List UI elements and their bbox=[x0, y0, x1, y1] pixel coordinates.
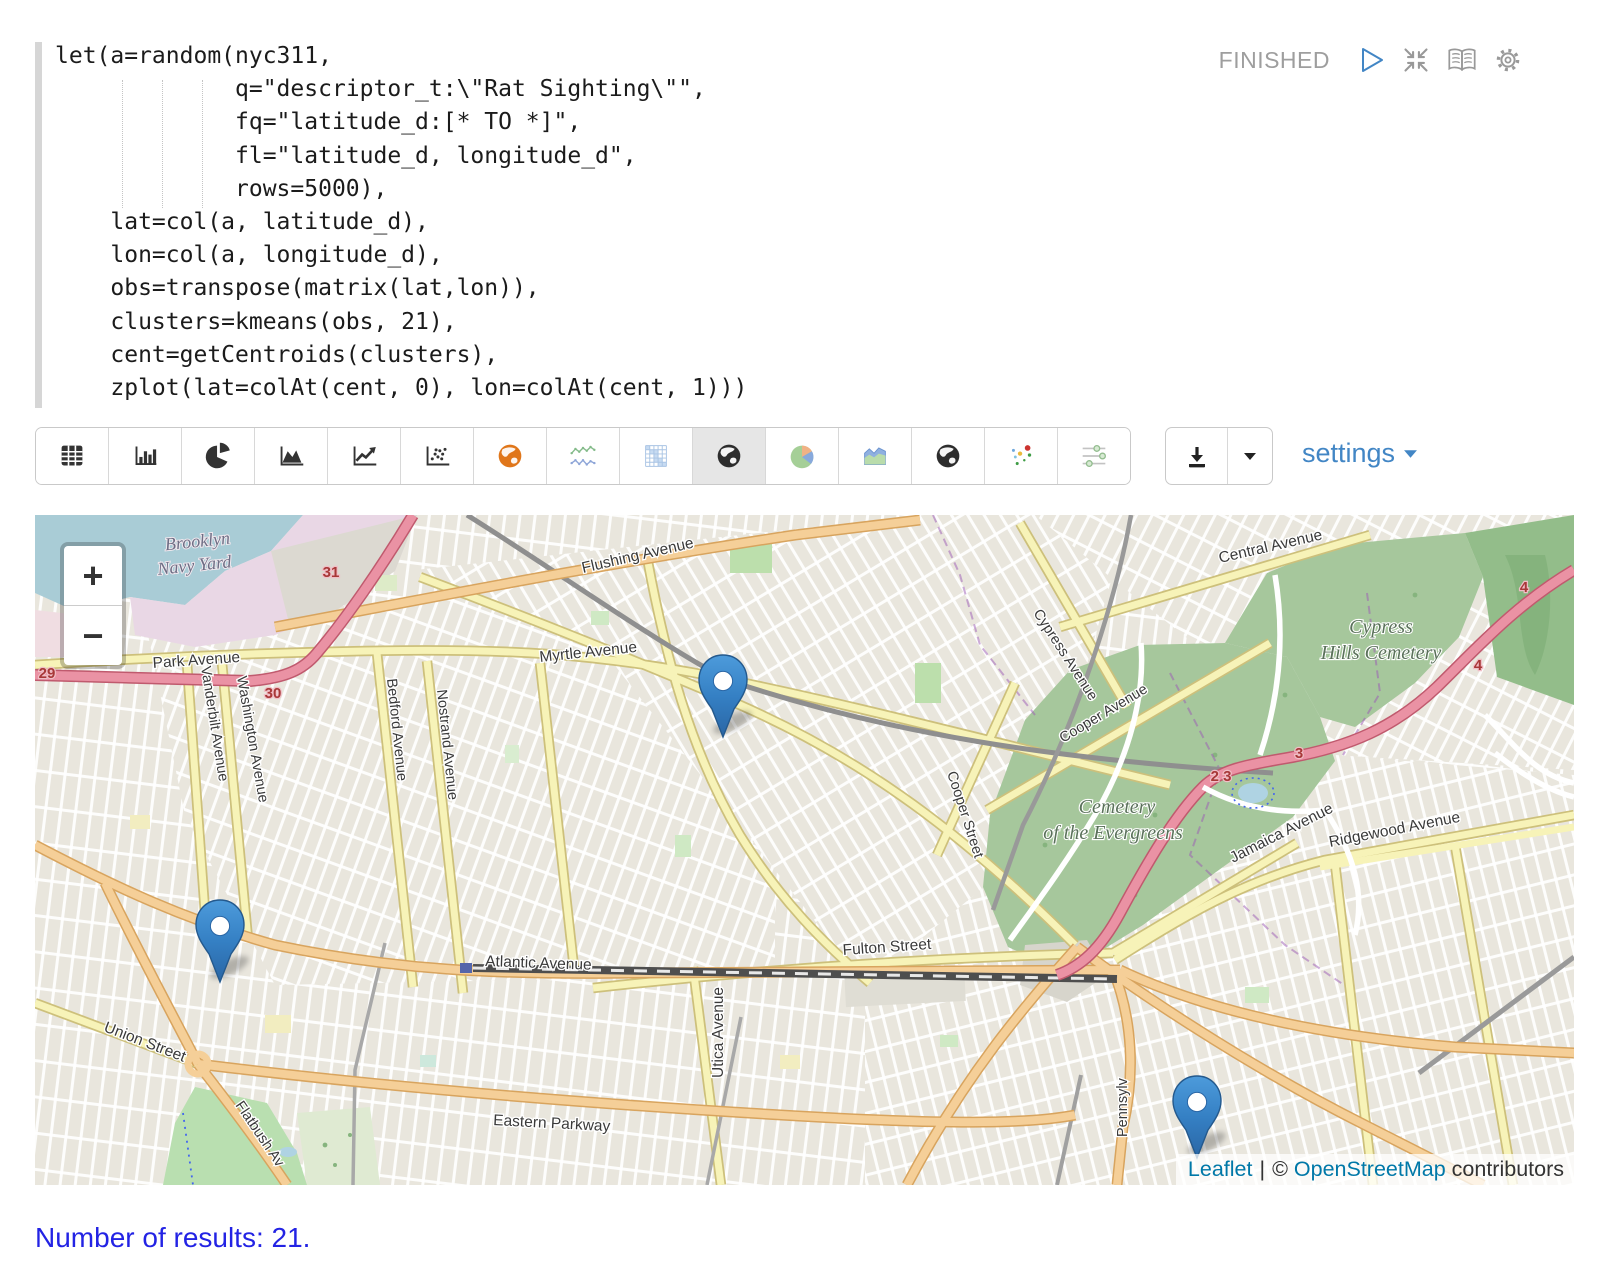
svg-text:Hills Cemetery: Hills Cemetery bbox=[1320, 642, 1442, 664]
chart-type-pie-colored-button[interactable] bbox=[766, 428, 839, 484]
attribution-divider: | bbox=[1259, 1157, 1265, 1181]
chart-type-pie-button[interactable] bbox=[182, 428, 255, 484]
code-editor[interactable]: let(a=random(nyc311, q="descriptor_t:\"R… bbox=[35, 40, 1583, 412]
pond bbox=[1238, 783, 1268, 803]
svg-text:Utica Avenue: Utica Avenue bbox=[710, 987, 727, 1078]
svg-text:2 3: 2 3 bbox=[1211, 768, 1232, 785]
leaflet-link[interactable]: Leaflet bbox=[1188, 1157, 1253, 1181]
pie-chart-icon bbox=[201, 439, 235, 473]
osm-link[interactable]: OpenStreetMap bbox=[1294, 1157, 1446, 1181]
gear-icon[interactable] bbox=[1494, 46, 1522, 74]
world-map-alt-icon bbox=[931, 439, 965, 473]
scatter-plot-icon bbox=[420, 439, 454, 473]
chart-type-map-alt-button[interactable] bbox=[912, 428, 985, 484]
line-chart-icon bbox=[347, 439, 381, 473]
area-chart-colored-icon bbox=[858, 439, 892, 473]
leaflet-map[interactable]: Flushing Avenue Myrtle Avenue Park Avenu… bbox=[35, 515, 1574, 1185]
chart-type-scatter-colored-button[interactable] bbox=[985, 428, 1058, 484]
scatter-colored-icon bbox=[1004, 439, 1038, 473]
heatmap-grid-icon bbox=[639, 439, 673, 473]
chart-type-area-button[interactable] bbox=[255, 428, 328, 484]
world-map-orange-icon bbox=[493, 439, 527, 473]
chart-type-table-button[interactable] bbox=[36, 428, 109, 484]
bar-chart-icon bbox=[128, 439, 162, 473]
sliders-icon bbox=[1077, 439, 1111, 473]
zoom-out-button[interactable]: − bbox=[64, 606, 122, 665]
code-text[interactable]: let(a=random(nyc311, q="descriptor_t:\"R… bbox=[55, 40, 747, 405]
zoom-in-button[interactable]: + bbox=[64, 546, 122, 606]
svg-text:3: 3 bbox=[1295, 745, 1303, 762]
settings-toggle[interactable]: settings bbox=[1302, 438, 1418, 469]
pie-chart-colored-icon bbox=[785, 439, 819, 473]
world-map-icon bbox=[712, 439, 746, 473]
area-chart-icon bbox=[274, 439, 308, 473]
svg-text:29: 29 bbox=[39, 665, 56, 682]
open-book-icon[interactable] bbox=[1447, 47, 1477, 73]
download-icon bbox=[1184, 443, 1210, 469]
download-button[interactable] bbox=[1166, 428, 1228, 484]
svg-text:Pennsylv: Pennsylv bbox=[1115, 1077, 1131, 1137]
chart-type-map-orange-button[interactable] bbox=[474, 428, 547, 484]
download-split-button bbox=[1165, 427, 1273, 485]
shrink-arrows-icon[interactable] bbox=[1402, 46, 1430, 74]
caret-down-icon bbox=[1403, 449, 1418, 459]
sparkline-chart-icon bbox=[566, 439, 600, 473]
status-badge: FINISHED bbox=[1219, 47, 1330, 74]
map-canvas: Flushing Avenue Myrtle Avenue Park Avenu… bbox=[35, 515, 1574, 1185]
chart-type-line-button[interactable] bbox=[328, 428, 401, 484]
zoom-control: + − bbox=[60, 542, 126, 669]
chart-type-scatter-button[interactable] bbox=[401, 428, 474, 484]
map-attribution: Leaflet| © OpenStreetMap contributors bbox=[1176, 1154, 1574, 1185]
chart-type-map-button[interactable] bbox=[693, 428, 766, 484]
play-icon[interactable] bbox=[1359, 46, 1385, 74]
result-text: Number of results: 21. bbox=[35, 1222, 310, 1254]
editor-gutter bbox=[35, 42, 42, 408]
svg-text:30: 30 bbox=[265, 685, 282, 702]
svg-text:Cemetery: Cemetery bbox=[1079, 796, 1156, 818]
chart-type-area-colored-button[interactable] bbox=[839, 428, 912, 484]
download-menu-button[interactable] bbox=[1228, 428, 1272, 484]
chart-type-bar-button[interactable] bbox=[109, 428, 182, 484]
attribution-suffix: contributors bbox=[1452, 1157, 1564, 1181]
svg-text:Cypress: Cypress bbox=[1349, 616, 1413, 638]
table-icon bbox=[55, 439, 89, 473]
copyright-symbol: © bbox=[1272, 1157, 1288, 1181]
chart-type-sparkline-button[interactable] bbox=[547, 428, 620, 484]
settings-label: settings bbox=[1302, 438, 1395, 469]
svg-text:of the Evergreens: of the Evergreens bbox=[1043, 822, 1183, 844]
chart-type-toolbar bbox=[35, 427, 1131, 485]
paragraph-controls: FINISHED bbox=[1219, 46, 1522, 74]
svg-text:4: 4 bbox=[1520, 579, 1529, 596]
svg-text:4: 4 bbox=[1474, 657, 1483, 674]
chart-type-heatmap-button[interactable] bbox=[620, 428, 693, 484]
caret-down-icon bbox=[1243, 452, 1257, 461]
svg-text:31: 31 bbox=[323, 564, 340, 581]
chart-type-sliders-button[interactable] bbox=[1058, 428, 1130, 484]
